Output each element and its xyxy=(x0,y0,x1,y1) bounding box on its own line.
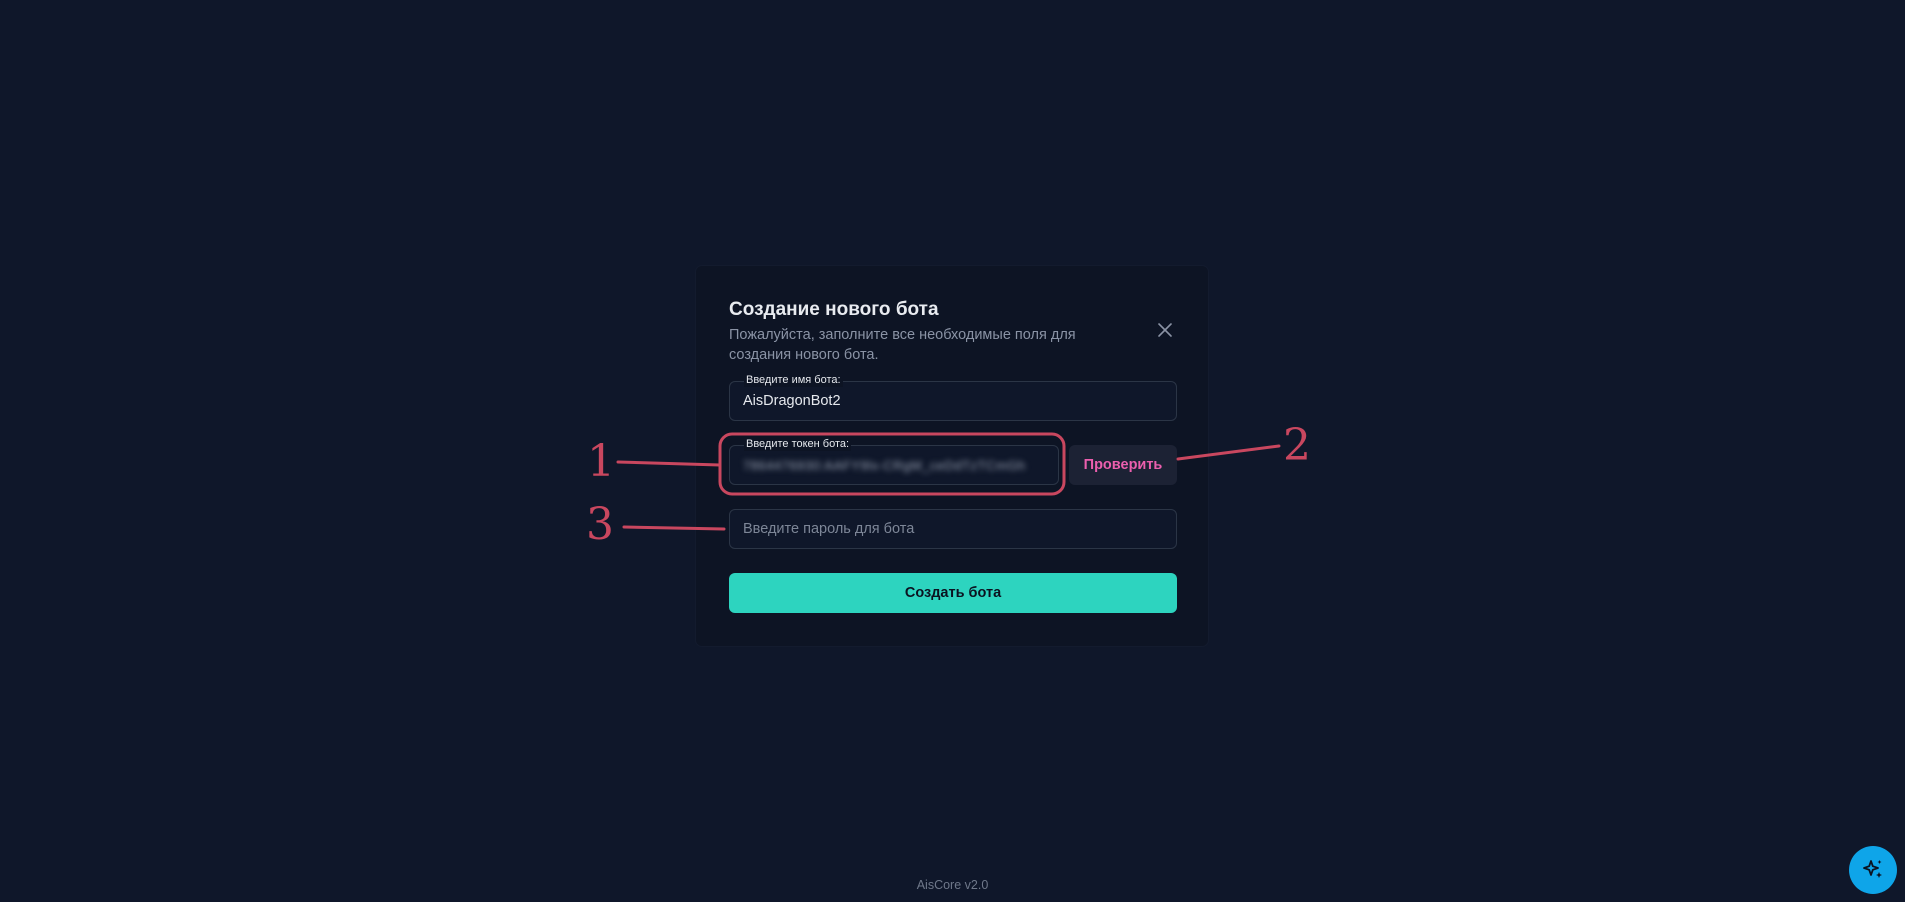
dialog-title: Создание нового бота xyxy=(729,299,939,320)
close-icon xyxy=(1158,323,1172,337)
app-version: AisCore v2.0 xyxy=(916,878,989,892)
sparkles-icon xyxy=(1863,860,1882,878)
annotation-number-3: 3 xyxy=(586,499,614,550)
bot-token-label: Введите токен бота: xyxy=(744,438,852,451)
bot-name-field: Введите имя бота: xyxy=(729,374,1177,421)
bot-token-input[interactable] xyxy=(730,446,1058,484)
page: Создание нового бота Пожалуйста, заполни… xyxy=(0,0,1905,902)
bot-password-input[interactable] xyxy=(730,510,1176,548)
annotation-number-1: 1 xyxy=(587,436,615,487)
bot-name-input[interactable] xyxy=(730,382,1176,420)
bot-name-label: Введите имя бота: xyxy=(744,374,843,387)
assistant-button[interactable] xyxy=(1849,846,1897,894)
check-token-button[interactable]: Проверить xyxy=(1069,445,1177,485)
bot-password-field xyxy=(729,509,1177,549)
create-bot-button[interactable]: Создать бота xyxy=(729,573,1177,613)
dialog-description: Пожалуйста, заполните все необходимые по… xyxy=(729,327,1076,363)
create-bot-dialog: Создание нового бота Пожалуйста, заполни… xyxy=(696,266,1208,646)
close-button[interactable] xyxy=(1154,319,1176,341)
annotation-number-2: 2 xyxy=(1283,420,1311,471)
bot-token-field: Введите токен бота: xyxy=(729,438,1059,485)
